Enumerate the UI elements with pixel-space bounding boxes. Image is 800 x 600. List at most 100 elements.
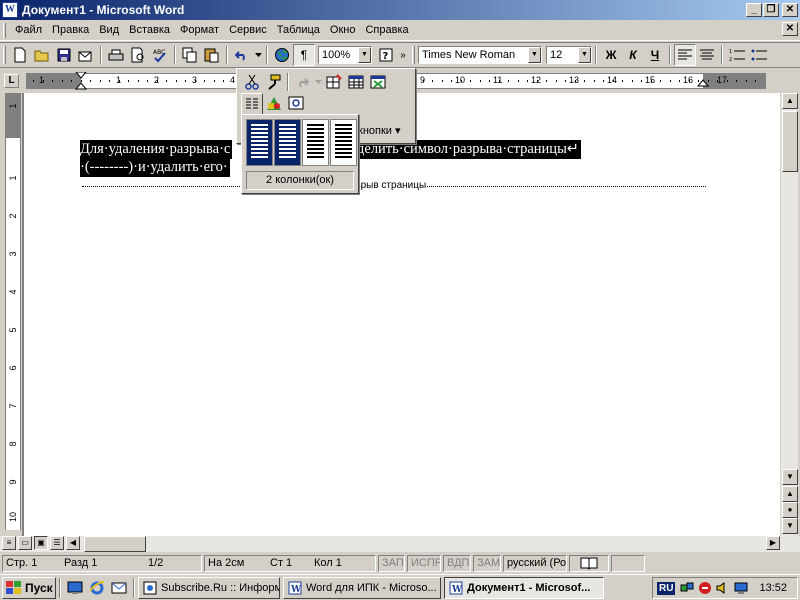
undo-button[interactable] bbox=[231, 44, 253, 66]
restore-button[interactable]: ❐ bbox=[763, 3, 779, 17]
columns-button[interactable] bbox=[241, 93, 263, 115]
insert-excel-button[interactable] bbox=[367, 71, 389, 93]
column-option-3[interactable] bbox=[302, 119, 329, 166]
scroll-right-button[interactable]: ▶ bbox=[766, 536, 780, 550]
status-language[interactable]: русский (Ро bbox=[503, 554, 567, 572]
browse-object-button[interactable]: ● bbox=[782, 502, 798, 518]
save-button[interactable] bbox=[53, 44, 75, 66]
menu-file[interactable]: Файл bbox=[10, 24, 47, 36]
menubar-grip[interactable] bbox=[3, 22, 6, 38]
chevron-down-icon[interactable]: ▼ bbox=[358, 47, 371, 63]
italic-button[interactable]: К bbox=[622, 44, 644, 66]
paste-button[interactable] bbox=[201, 44, 223, 66]
task-document1[interactable]: W Документ1 - Microsof... bbox=[444, 576, 604, 599]
vertical-scrollbar[interactable]: ▲ ▼ ▲ ● ▼ bbox=[780, 93, 798, 536]
monitor-tray-icon[interactable] bbox=[733, 581, 748, 596]
word-app-icon[interactable]: W bbox=[2, 2, 18, 18]
menu-table[interactable]: Таблица bbox=[272, 24, 325, 36]
status-spelling[interactable] bbox=[569, 554, 609, 572]
antivirus-tray-icon[interactable] bbox=[697, 581, 712, 596]
minimize-button[interactable]: _ bbox=[746, 3, 762, 17]
numbering-button[interactable]: 12 bbox=[726, 44, 748, 66]
spelling-button[interactable]: ABC bbox=[149, 44, 171, 66]
title-bar[interactable]: W Документ1 - Microsoft Word _ ❐ ✕ bbox=[0, 0, 800, 20]
column-option-2[interactable] bbox=[274, 119, 301, 166]
horizontal-scroll-thumb[interactable] bbox=[84, 536, 146, 552]
menu-window[interactable]: Окно bbox=[325, 24, 361, 36]
column-option-1[interactable] bbox=[246, 119, 273, 166]
selected-text-line-1-left[interactable]: Для·удаления·разрыва·с bbox=[80, 140, 233, 159]
column-option-4[interactable] bbox=[330, 119, 357, 166]
horizontal-scrollbar[interactable]: ≡ ▭ ▣ ☰ ◀ ▶ bbox=[0, 536, 800, 552]
cut-button[interactable] bbox=[241, 71, 263, 93]
drawing-button[interactable] bbox=[263, 93, 285, 115]
quicklaunch-outlook[interactable] bbox=[110, 579, 128, 597]
document-map-button[interactable] bbox=[285, 93, 307, 115]
print-button[interactable] bbox=[105, 44, 127, 66]
menu-help[interactable]: Справка bbox=[360, 24, 413, 36]
email-button[interactable] bbox=[75, 44, 97, 66]
task-word-ipk[interactable]: W Word для ИПК - Microso... bbox=[283, 576, 441, 599]
scroll-up-button[interactable]: ▲ bbox=[782, 93, 798, 109]
chevron-down-icon[interactable]: ▼ bbox=[578, 47, 591, 63]
normal-view-button[interactable]: ≡ bbox=[2, 536, 16, 550]
new-document-button[interactable] bbox=[9, 44, 31, 66]
status-ext[interactable]: ВДП bbox=[443, 554, 471, 572]
bullets-button[interactable] bbox=[748, 44, 770, 66]
menu-format[interactable]: Формат bbox=[175, 24, 224, 36]
font-name-combo[interactable]: Times New Roman ▼ bbox=[418, 46, 542, 64]
next-page-button[interactable]: ▼ bbox=[782, 518, 798, 534]
menu-edit[interactable]: Правка bbox=[47, 24, 94, 36]
document-page[interactable]: Для·удаления·разрыва·с делить·символ·раз… bbox=[24, 93, 780, 536]
status-trk[interactable]: ИСПР bbox=[407, 554, 441, 572]
task-subscribe[interactable]: Subscribe.Ru :: Информа... bbox=[138, 576, 280, 599]
align-center-button[interactable] bbox=[696, 44, 718, 66]
scroll-left-button[interactable]: ◀ bbox=[66, 536, 80, 550]
vertical-ruler[interactable]: 1 1 2 3 4 5 6 7 8 9 10 bbox=[5, 93, 21, 530]
menu-tools[interactable]: Сервис bbox=[224, 24, 272, 36]
tray-clock[interactable]: 13:52 bbox=[759, 582, 787, 594]
start-button[interactable]: Пуск bbox=[2, 576, 56, 599]
menu-view[interactable]: Вид bbox=[94, 24, 124, 36]
redo-dropdown-arrow[interactable] bbox=[313, 71, 323, 93]
quicklaunch-show-desktop[interactable] bbox=[66, 579, 84, 597]
document-area[interactable]: Для·удаления·разрыва·с делить·символ·раз… bbox=[22, 93, 780, 536]
show-formatting-button[interactable]: ¶ bbox=[293, 44, 315, 66]
redo-button[interactable] bbox=[291, 71, 313, 93]
toolbar-grip[interactable] bbox=[3, 46, 6, 64]
vertical-scroll-thumb[interactable] bbox=[782, 111, 798, 172]
selected-text-line-2[interactable]: ·(--------)·и·удалить·его· bbox=[80, 158, 230, 177]
document-close-button[interactable]: ✕ bbox=[782, 22, 798, 36]
formatting-toolbar-grip[interactable] bbox=[412, 46, 415, 64]
tab-selector[interactable]: L bbox=[4, 74, 19, 88]
status-ovr[interactable]: ЗАМ bbox=[473, 554, 501, 572]
tables-borders-button[interactable] bbox=[323, 71, 345, 93]
previous-page-button[interactable]: ▲ bbox=[782, 486, 798, 502]
volume-tray-icon[interactable] bbox=[715, 581, 730, 596]
chevron-down-icon[interactable]: ▼ bbox=[528, 47, 541, 63]
right-indent-marker-icon[interactable] bbox=[697, 77, 709, 89]
network-tray-icon[interactable] bbox=[679, 581, 694, 596]
insert-table-button[interactable] bbox=[345, 71, 367, 93]
undo-dropdown-arrow[interactable] bbox=[253, 44, 263, 66]
copy-button[interactable] bbox=[179, 44, 201, 66]
status-rec[interactable]: ЗАП bbox=[378, 554, 405, 572]
language-indicator[interactable]: RU bbox=[657, 581, 676, 595]
print-preview-button[interactable] bbox=[127, 44, 149, 66]
print-layout-button[interactable]: ▣ bbox=[34, 536, 48, 550]
quicklaunch-internet-explorer[interactable] bbox=[88, 579, 106, 597]
toolbar-overflow-button[interactable]: » bbox=[397, 44, 409, 66]
scroll-down-button[interactable]: ▼ bbox=[782, 469, 798, 485]
close-button[interactable]: ✕ bbox=[782, 3, 798, 17]
menu-insert[interactable]: Вставка bbox=[124, 24, 175, 36]
add-remove-buttons-menu[interactable]: кнопки ▾ bbox=[355, 121, 404, 139]
web-view-button[interactable]: ▭ bbox=[18, 536, 32, 550]
font-size-combo[interactable]: 12 ▼ bbox=[546, 46, 592, 64]
format-painter-button[interactable] bbox=[263, 71, 285, 93]
web-toolbar-button[interactable] bbox=[271, 44, 293, 66]
align-left-button[interactable] bbox=[674, 44, 696, 66]
outline-view-button[interactable]: ☰ bbox=[50, 536, 64, 550]
help-button[interactable]: ? bbox=[375, 44, 397, 66]
zoom-combo[interactable]: 100% ▼ bbox=[318, 46, 372, 64]
underline-button[interactable]: Ч bbox=[644, 44, 666, 66]
